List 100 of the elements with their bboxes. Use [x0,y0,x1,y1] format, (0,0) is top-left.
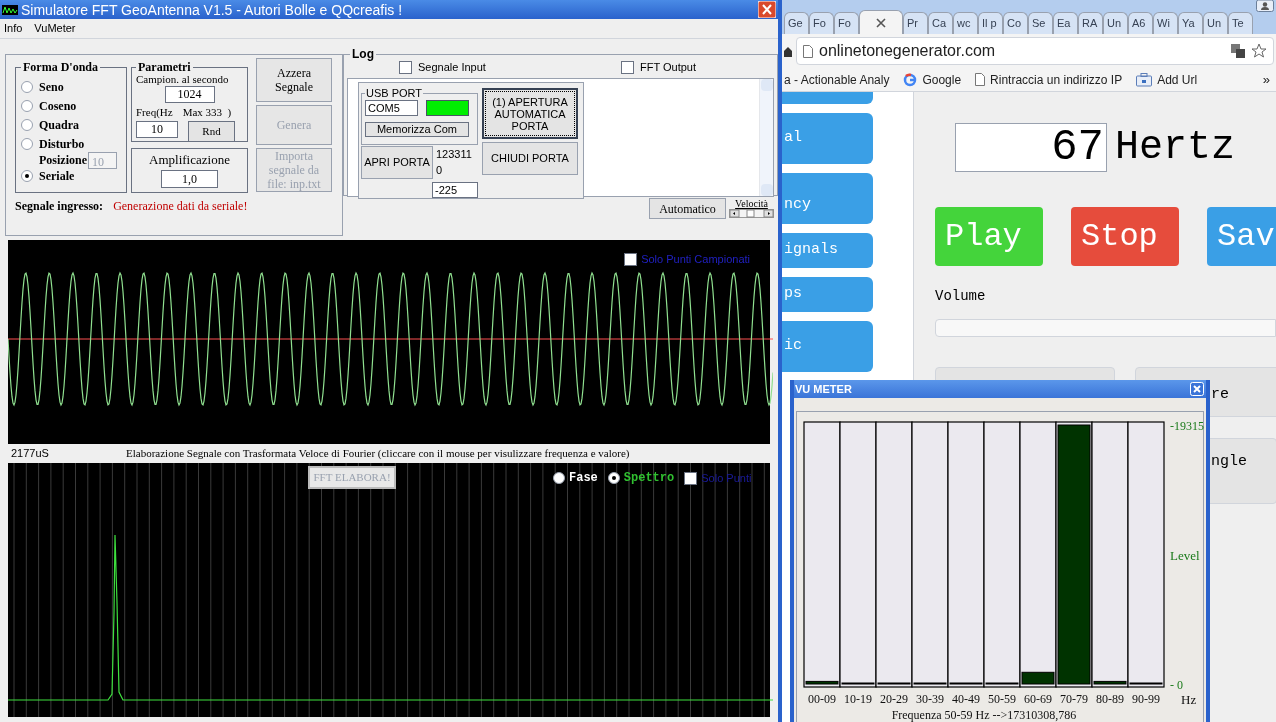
bookmark[interactable]: Add Url [1136,70,1198,89]
option-label: Seno [39,81,64,93]
profile-icon[interactable] [1256,0,1274,12]
url-text: onlinetonegenerator.com [819,41,996,61]
address-bar[interactable]: onlinetonegenerator.com [796,37,1274,65]
checkbox-label: Solo Punti [701,470,752,486]
browser-tab[interactable]: Ca [928,12,953,34]
browser-tab[interactable]: Wi [1153,12,1178,34]
action-button[interactable]: Azzera Segnale [256,58,332,102]
save-port-button[interactable]: Memorizza Com [365,121,469,137]
page-icon [975,73,986,86]
bookmark[interactable]: Google [903,70,962,89]
tick-label: -19315 [1170,419,1204,433]
field-label: Campion. al secondo [136,73,230,85]
browser-tab[interactable]: Fo [834,12,859,34]
axis-label: 30-39 [916,692,944,706]
home-icon[interactable] [784,45,792,57]
window-title: Simulatore FFT GeoAntenna V1.5 - Autori Bolle e QQcreafis ! [21,2,403,17]
axis-label: 70-79 [1060,692,1088,706]
group-title: Amplificazione [148,151,231,169]
status-text: Generazione dati da seriale! [113,198,248,215]
bookmark[interactable]: a - Actionable Analy [784,70,890,89]
field-label: Max 333 ) [182,105,232,120]
axis-title: Hz [1181,692,1197,707]
automatic-button[interactable]: Automatico [649,198,726,219]
radio-button[interactable] [21,100,33,112]
frequency-field[interactable]: 10 [136,120,178,138]
mode-label: Spettro [623,470,675,487]
checkbox[interactable] [621,60,634,74]
checkbox[interactable] [399,60,412,74]
checkbox[interactable] [624,252,638,266]
option-label: re [1211,386,1229,403]
unit-label: Hertz [1115,127,1236,168]
close-icon[interactable] [876,17,886,28]
browser-tab[interactable]: Te [1228,12,1253,34]
menu-item[interactable]: VuMeter [34,20,76,37]
browser-tab[interactable]: Co [1003,12,1028,34]
axis-label: 20-29 [880,692,908,706]
browser-tab[interactable]: wc [953,12,978,34]
counter-text: 123311 [436,147,472,162]
radio-button[interactable] [21,81,33,93]
random-button[interactable]: Rnd [188,120,235,142]
browser-tab[interactable]: Fo [809,12,834,34]
radio-button[interactable] [607,472,620,484]
speed-scrollbar[interactable] [729,209,774,218]
browser-tab[interactable]: Ya [1178,12,1203,34]
browser-tab[interactable]: Ea [1053,12,1078,34]
browser-tab[interactable]: RA [1078,12,1103,34]
timing-text: 2177uS [11,446,50,462]
radio-button[interactable] [21,170,33,182]
option-label: Disturbo [39,138,85,150]
field-label: Freq(Hz [136,105,173,120]
browser-tab[interactable]: Ge [784,12,809,34]
axis-label: 10-19 [844,692,872,706]
briefcase-icon [1136,72,1153,87]
axis-label: 50-59 [988,692,1016,706]
browser-tab[interactable]: Se [1028,12,1053,34]
star-icon[interactable] [1251,43,1267,59]
port-field[interactable]: COM5 [365,99,418,116]
auto-open-button[interactable]: (1) APERTURA AUTOMATICA PORTA [482,88,578,139]
browser-tab[interactable]: Il p [978,12,1003,34]
caption-text: Frequenza 50-59 Hz -->17310308,786 [891,708,1077,722]
axis-title: Level [1170,547,1200,563]
radio-button[interactable] [21,119,33,131]
browser-tab[interactable]: Un [1103,12,1128,34]
volume-slider[interactable] [935,319,1276,337]
browser-tab[interactable]: A6 [1128,12,1153,34]
more-bookmarks[interactable]: » [1262,69,1274,90]
close-port-button[interactable]: CHIUDI PORTA [482,142,578,175]
frequency-field[interactable]: 67 [955,123,1107,172]
counter-text: 0 [436,163,444,178]
group-title: Parametri [137,59,192,76]
bookmark[interactable]: Rintraccia un indirizzo IP [975,70,1123,89]
offset-field[interactable]: -225 [432,182,478,198]
field-label: Posizione [39,152,87,169]
sample-rate-field[interactable]: 1024 [164,86,215,103]
checkbox-label: Solo Punti Campionati [641,252,750,267]
axis-label: 90-99 [1132,692,1160,706]
group-title: Forma D'onda [22,59,99,76]
app-icon [2,4,18,15]
caption-text: Elaborazione Segnale con Trasformata Veloce di Fourier (cliccare con il mouse per visulizzare frequenza e valore) [126,446,630,462]
volume-label: Volume [935,287,987,306]
radio-button[interactable] [553,472,565,484]
translate-icon[interactable] [1231,44,1245,58]
page-icon [803,44,813,58]
browser-tab[interactable]: Un [1203,12,1228,34]
browser-tab[interactable]: Pr [903,12,928,34]
radio-button[interactable] [21,138,33,150]
speed-label: Velocità [735,198,768,209]
scrollbar[interactable] [759,79,773,196]
axis-label: 80-89 [1096,692,1124,706]
play-control-button[interactable]: Stop [1071,207,1179,266]
open-port-button[interactable]: APRI PORTA [361,146,433,179]
option-label: Seriale [39,170,75,182]
group-title: USB PORT [365,86,424,101]
axis-label: 00-09 [808,692,836,706]
checkbox[interactable] [684,471,698,485]
window-title: VU METER [795,381,852,397]
amplification-field[interactable]: 1,0 [161,169,218,188]
menu-item[interactable]: Info [4,20,23,37]
